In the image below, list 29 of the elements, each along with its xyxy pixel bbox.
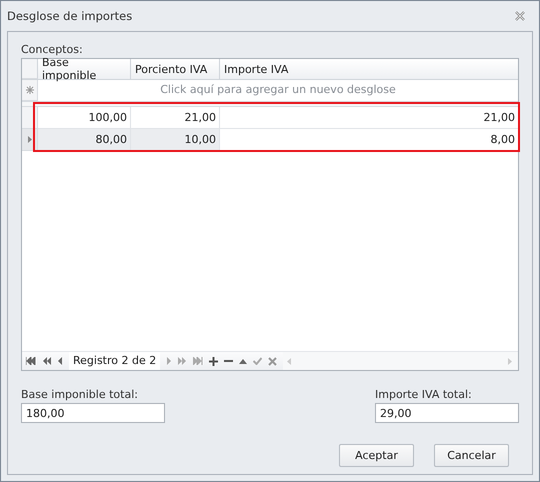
close-icon[interactable] <box>514 10 526 22</box>
grid-label: Conceptos: <box>21 42 84 57</box>
dialog-button[interactable]: Cancelar <box>434 444 509 467</box>
column-header[interactable]: Base imponible <box>38 59 131 79</box>
column-header[interactable]: Importe IVA <box>220 59 518 79</box>
last-record-icon[interactable] <box>193 357 204 365</box>
next-record-icon[interactable] <box>166 357 172 365</box>
first-record-icon[interactable] <box>26 357 36 365</box>
input-field[interactable]: 29,00 <box>375 403 519 423</box>
next-page-icon[interactable] <box>177 357 188 365</box>
add-icon[interactable] <box>209 356 218 366</box>
cancel-icon[interactable] <box>268 356 278 366</box>
asterisk-icon <box>26 86 34 94</box>
record-counter: Registro 2 de 2 <box>69 352 160 370</box>
field-label: Base imponible total: <box>21 387 139 402</box>
field-label: Importe IVA total: <box>375 387 473 402</box>
window-title: Desglose de importes <box>7 9 132 23</box>
dialog-button[interactable]: Aceptar <box>339 444 414 467</box>
column-header[interactable]: Porciento IVA <box>131 59 220 79</box>
checkmark-icon[interactable] <box>253 357 262 365</box>
previous-record-icon[interactable] <box>58 357 63 365</box>
table-cell: 21,00 <box>220 107 518 129</box>
table-cell: 8,00 <box>220 129 518 151</box>
table-cell: 10,00 <box>131 129 220 151</box>
input-field[interactable]: 180,00 <box>21 403 165 423</box>
previous-page-icon[interactable] <box>42 357 52 365</box>
current-row-icon <box>28 136 32 143</box>
edit-up-icon[interactable] <box>239 358 248 364</box>
table-cell: 80,00 <box>38 129 131 151</box>
